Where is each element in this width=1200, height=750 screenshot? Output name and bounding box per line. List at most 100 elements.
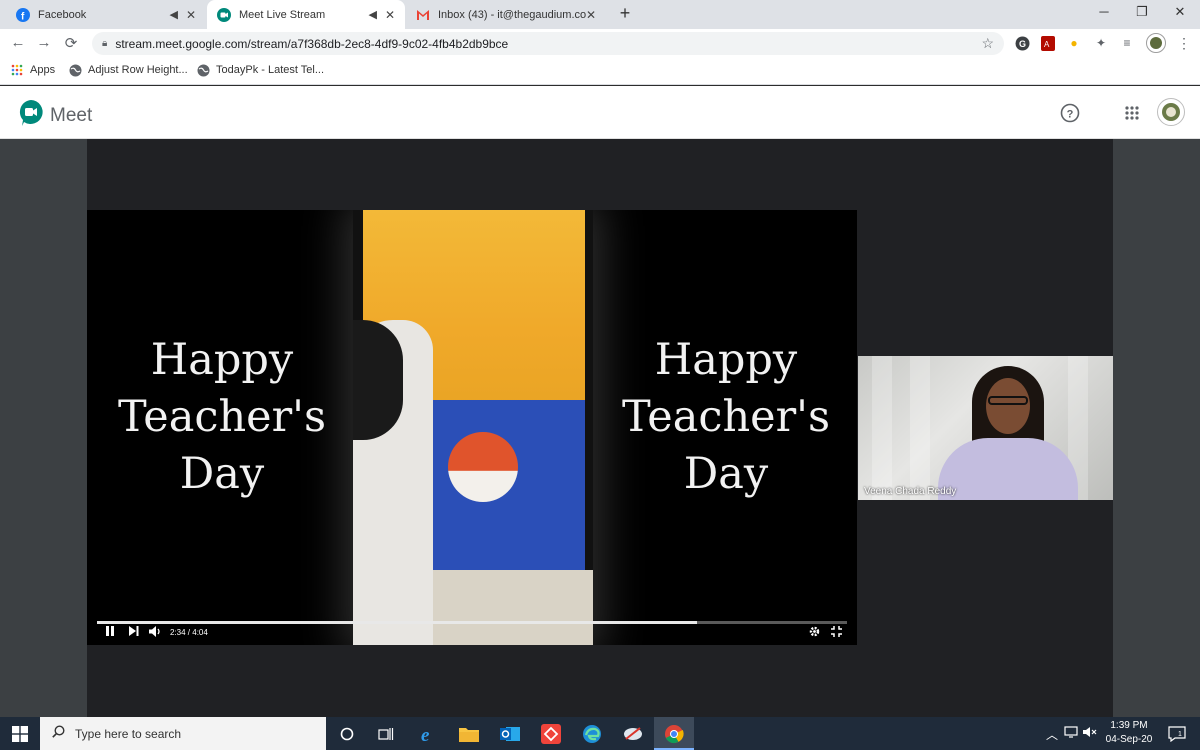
tab-title: Facebook bbox=[38, 8, 87, 21]
meet-logo[interactable]: Meet bbox=[18, 99, 92, 132]
apps-grid-icon bbox=[10, 63, 24, 77]
bookmark-label: Adjust Row Height... bbox=[88, 64, 188, 76]
participant-glasses bbox=[988, 396, 1028, 405]
profile-avatar[interactable] bbox=[1146, 33, 1166, 53]
taskbar-search[interactable]: Type here to search bbox=[40, 717, 326, 750]
meet-icon bbox=[217, 7, 231, 22]
time-display: 2:34 / 4:04 bbox=[170, 628, 208, 637]
overlay-line: Happy bbox=[654, 335, 798, 385]
svg-text:A: A bbox=[1044, 40, 1050, 49]
live-stream-video[interactable]: Happy Teacher's Day Happy Teacher's Day … bbox=[87, 210, 857, 645]
extension-grammarly-icon[interactable]: G bbox=[1014, 35, 1030, 51]
reload-button[interactable]: ⟳ bbox=[62, 34, 80, 52]
account-avatar[interactable] bbox=[1157, 98, 1185, 126]
participant-name: Veena Chada Reddy bbox=[864, 486, 957, 497]
video-progress-fill bbox=[97, 621, 697, 624]
cortana-icon[interactable] bbox=[334, 721, 360, 747]
notification-center-icon[interactable]: 1 bbox=[1164, 721, 1190, 747]
extension-pdf-icon[interactable]: A bbox=[1040, 35, 1056, 51]
address-bar[interactable]: 🔒︎ stream.meet.google.com/stream/a7f368d… bbox=[92, 32, 1004, 55]
tab-facebook[interactable]: f Facebook ◀︎ ✕ bbox=[6, 0, 206, 29]
background-curtain bbox=[872, 356, 892, 500]
extensions-puzzle-icon[interactable]: ✦ bbox=[1093, 35, 1109, 51]
globe-icon bbox=[196, 63, 210, 77]
lock-icon: 🔒︎ bbox=[102, 38, 108, 49]
speaker-muted-icon[interactable]: ◀︎ bbox=[368, 8, 376, 21]
browser-menu-icon[interactable]: ⋮ bbox=[1176, 35, 1192, 51]
extension-bulb-icon[interactable]: ● bbox=[1066, 35, 1082, 51]
network-icon[interactable] bbox=[1064, 726, 1078, 741]
video-frame-painting bbox=[353, 210, 593, 645]
url-text: stream.meet.google.com/stream/a7f368db-2… bbox=[115, 36, 509, 51]
bookmark-star-icon[interactable]: ☆ bbox=[981, 35, 994, 52]
bookmark-label: Apps bbox=[30, 64, 56, 76]
meet-icon bbox=[18, 99, 44, 132]
file-explorer-icon[interactable] bbox=[456, 721, 482, 747]
settings-gear-icon[interactable] bbox=[809, 626, 820, 637]
search-icon bbox=[52, 724, 65, 743]
exit-fullscreen-icon[interactable] bbox=[831, 626, 842, 637]
help-icon[interactable]: ? bbox=[1059, 102, 1081, 124]
pause-icon[interactable] bbox=[105, 626, 115, 636]
globe-icon bbox=[68, 63, 82, 77]
ie-icon[interactable]: e bbox=[416, 721, 442, 747]
back-button[interactable]: ← bbox=[9, 34, 27, 51]
next-icon[interactable] bbox=[129, 626, 139, 636]
start-button[interactable] bbox=[0, 717, 40, 750]
restore-button[interactable]: ❐ bbox=[1132, 4, 1152, 20]
browser-toolbar: ← → ⟳ 🔒︎ stream.meet.google.com/stream/a… bbox=[0, 29, 1200, 58]
taskbar-clock[interactable]: 1:39 PM 04-Sep-20 bbox=[1102, 719, 1156, 747]
background-curtain bbox=[910, 356, 930, 500]
volume-icon[interactable] bbox=[149, 626, 162, 637]
bookmark-apps[interactable]: Apps bbox=[10, 63, 55, 77]
overlay-line: Day bbox=[179, 449, 265, 499]
clock-time: 1:39 PM bbox=[1110, 720, 1148, 731]
app-name: Meet bbox=[50, 104, 93, 126]
volume-muted-icon[interactable] bbox=[1083, 726, 1097, 741]
tab-meet-live-stream[interactable]: Meet Live Stream ◀︎ ✕ bbox=[207, 0, 405, 29]
overlay-text-left: Happy Teacher's Day bbox=[97, 332, 347, 503]
overlay-line: Teacher's bbox=[117, 392, 327, 442]
facebook-icon: f bbox=[16, 7, 30, 22]
video-progress-bar[interactable] bbox=[97, 621, 847, 624]
google-apps-icon[interactable] bbox=[1121, 102, 1143, 124]
browser-tab-strip: f Facebook ◀︎ ✕ Meet Live Stream ◀︎ ✕ In… bbox=[0, 0, 1200, 29]
tab-title: Meet Live Stream bbox=[239, 8, 326, 21]
show-hidden-icons[interactable]: ︿ bbox=[1046, 726, 1058, 743]
painter-hair bbox=[353, 320, 403, 440]
close-window-button[interactable]: ✕ bbox=[1170, 4, 1190, 20]
chrome-icon[interactable] bbox=[661, 721, 687, 747]
media-control-icon[interactable]: ≡ bbox=[1119, 35, 1135, 51]
overlay-line: Day bbox=[683, 449, 769, 499]
svg-text:G: G bbox=[1019, 39, 1026, 49]
bookmark-adjust-row-height[interactable]: Adjust Row Height... bbox=[68, 63, 188, 77]
close-icon[interactable]: ✕ bbox=[385, 8, 395, 22]
tab-gmail-inbox[interactable]: Inbox (43) - it@thegaudium.com ✕ bbox=[406, 0, 606, 29]
meet-header: Meet ? bbox=[0, 86, 1200, 139]
outlook-icon[interactable] bbox=[497, 721, 523, 747]
bookmark-todaypk[interactable]: TodayPk - Latest Tel... bbox=[196, 63, 324, 77]
overlay-line: Happy bbox=[150, 335, 294, 385]
task-view-icon[interactable] bbox=[373, 721, 399, 747]
windows-taskbar: Type here to search e ︿ 1:39 PM 04-Sep-2… bbox=[0, 717, 1200, 750]
gmail-icon bbox=[416, 8, 430, 22]
participant-self-view[interactable]: Veena Chada Reddy bbox=[858, 356, 1113, 500]
close-icon[interactable]: ✕ bbox=[186, 8, 196, 22]
painted-globe bbox=[448, 432, 518, 502]
bookmarks-bar: Apps Adjust Row Height... TodayPk - Late… bbox=[0, 58, 1200, 85]
snipping-tool-icon[interactable] bbox=[620, 721, 646, 747]
overlay-line: Teacher's bbox=[621, 392, 831, 442]
participant-body bbox=[938, 438, 1078, 500]
new-tab-button[interactable]: + bbox=[614, 3, 636, 24]
forward-button[interactable]: → bbox=[35, 34, 53, 51]
speaker-muted-icon[interactable]: ◀︎ bbox=[169, 8, 177, 21]
minimize-button[interactable]: ─ bbox=[1094, 4, 1114, 19]
svg-text:e: e bbox=[421, 725, 430, 744]
windows-logo-icon bbox=[12, 725, 28, 742]
overlay-text-right: Happy Teacher's Day bbox=[601, 332, 851, 503]
edge-icon[interactable] bbox=[579, 721, 605, 747]
participant-face bbox=[986, 378, 1030, 434]
close-icon[interactable]: ✕ bbox=[586, 8, 596, 22]
anydesk-icon[interactable] bbox=[538, 721, 564, 747]
bookmark-label: TodayPk - Latest Tel... bbox=[216, 64, 325, 76]
